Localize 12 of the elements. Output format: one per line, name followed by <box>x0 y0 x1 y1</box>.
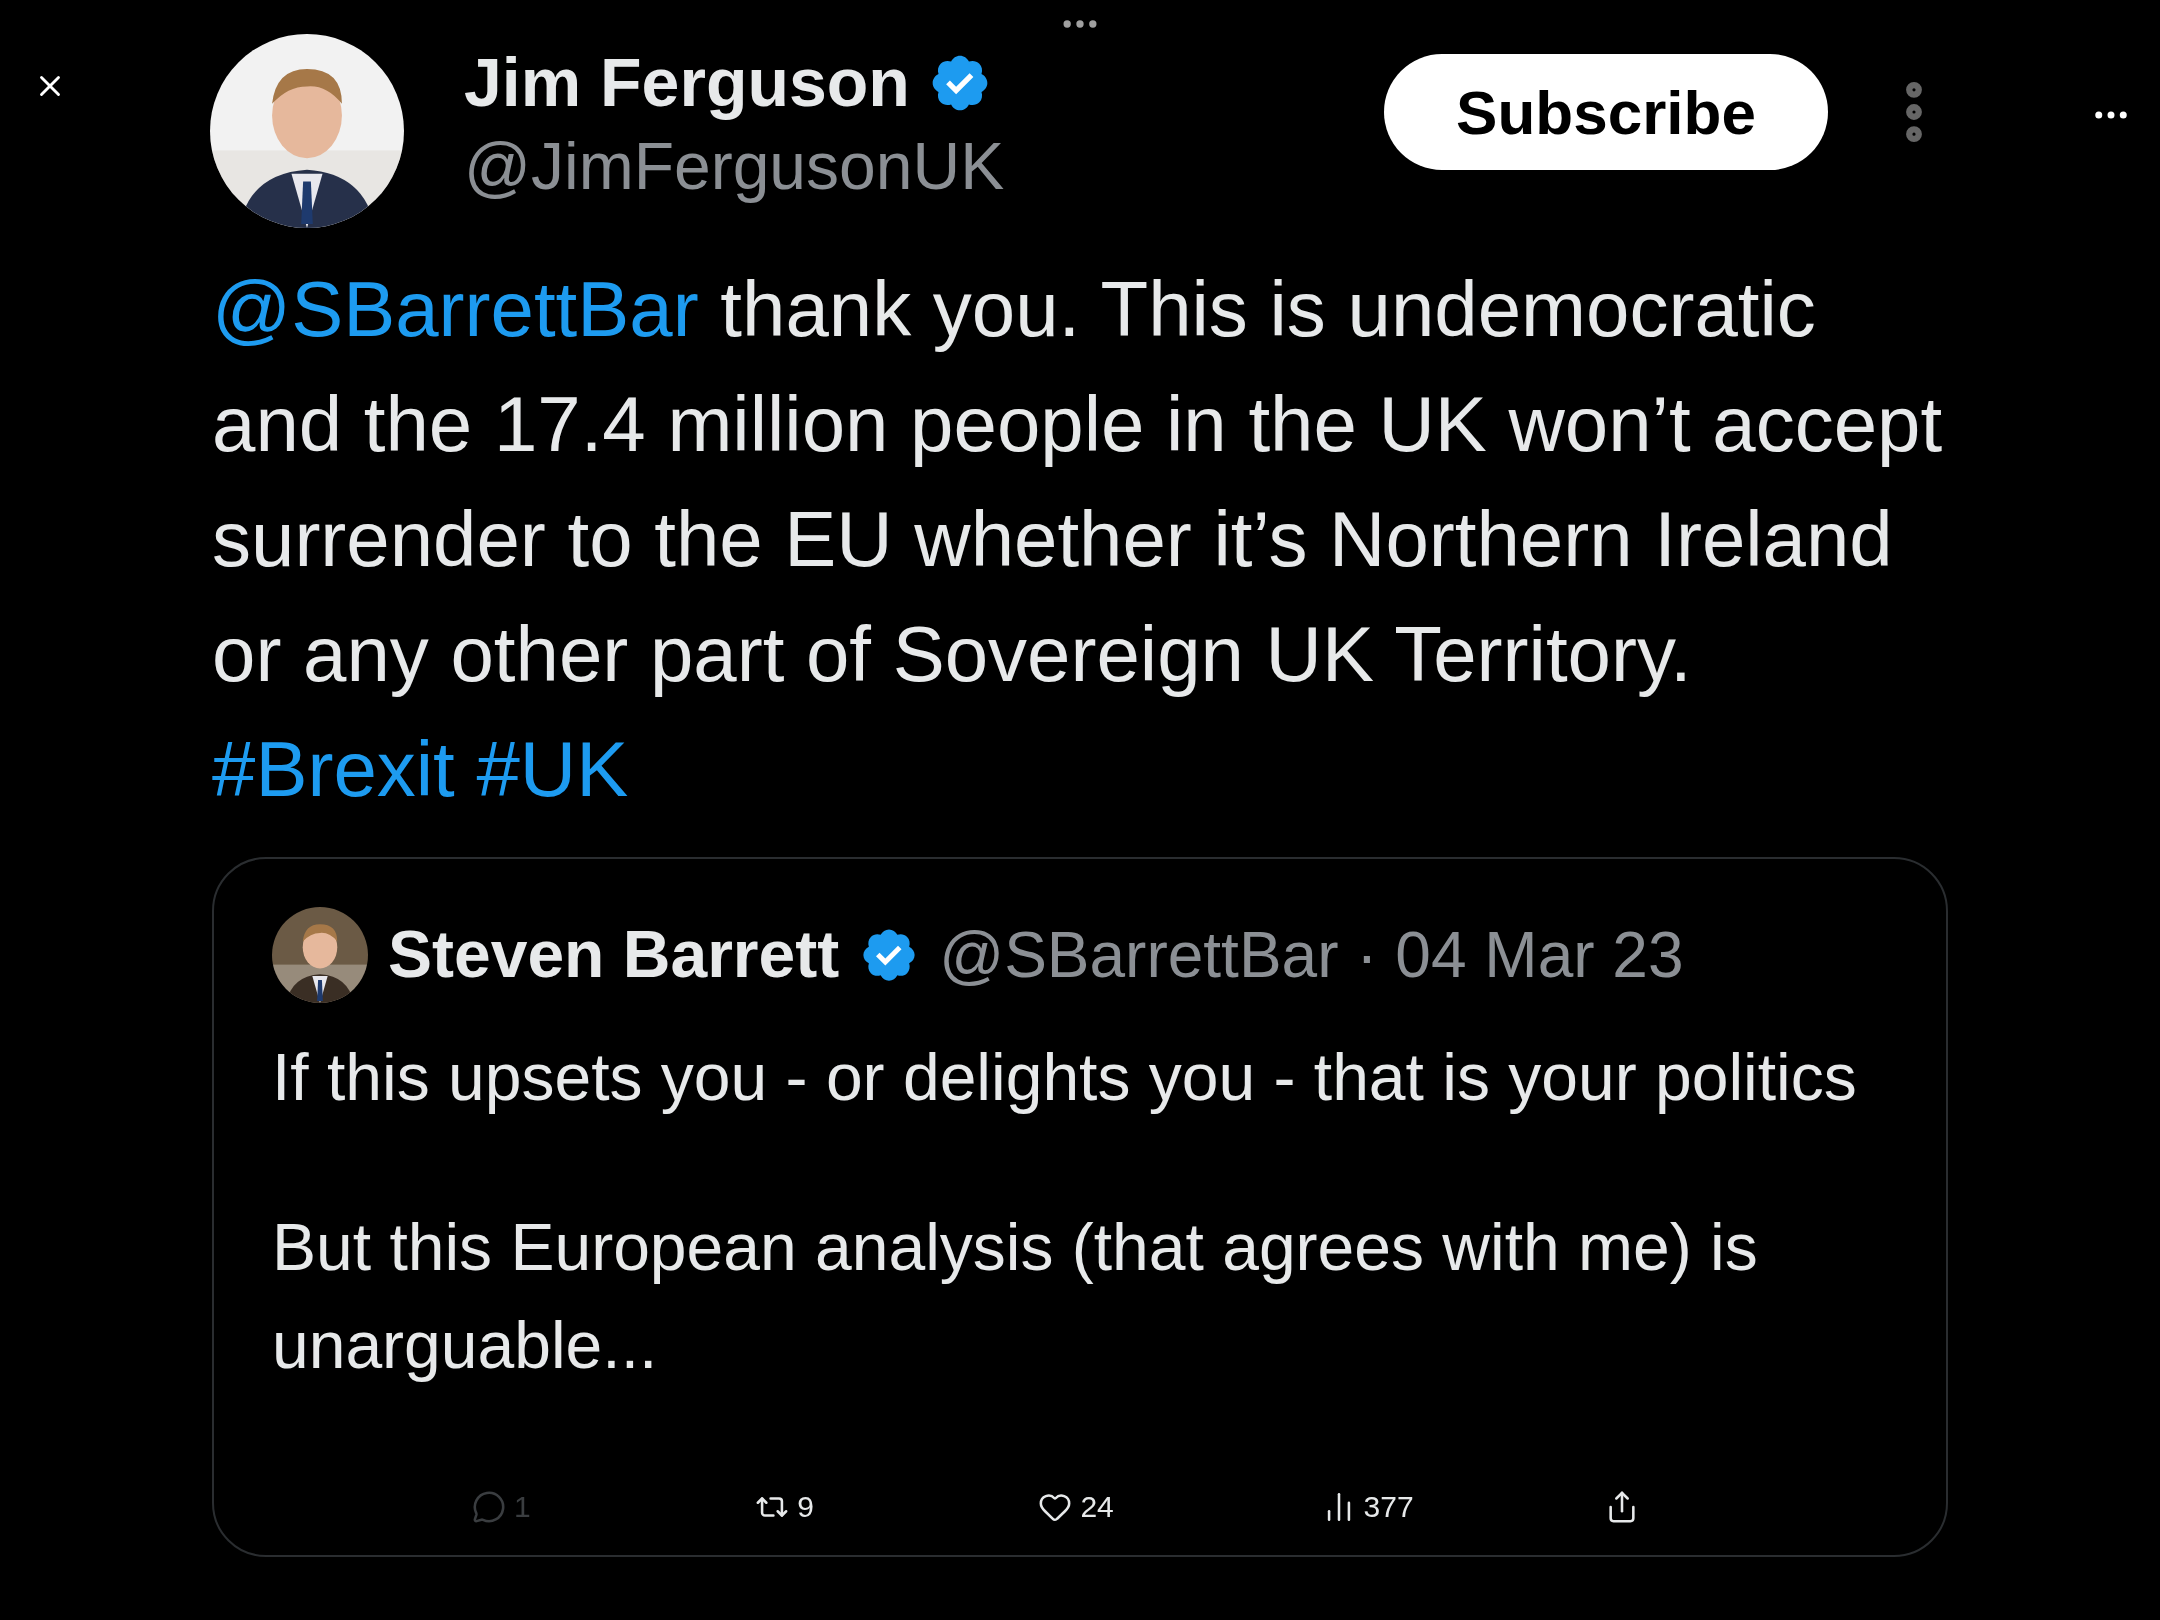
author-handle: @JimFergusonUK <box>464 128 1005 205</box>
action-count: 377 <box>1363 1489 1414 1525</box>
action-count: 9 <box>797 1489 814 1525</box>
quoted-author-name: Steven Barrett <box>388 916 840 993</box>
quoted-author-handle: @SBarrettBar · 04 Mar 23 <box>939 917 1684 993</box>
tweet-text: @SBarrettBar thank you. This is undemocratic and the 17.4 million people in the UK won’t accept surrender to the EU whether it’s Northern Ireland or any other part of Sovereign UK Territory. #Brexit #UK <box>212 264 1944 815</box>
action-count: 1 <box>514 1489 531 1525</box>
quoted-tweet-text: If this upsets you - or delights you - that is your politics <box>272 1039 1858 1116</box>
action-count: 24 <box>1080 1489 1114 1525</box>
quoted-tweet-text: But this European analysis (that agrees with me) is unarguable... <box>272 1209 1759 1384</box>
author-name: Jim Ferguson <box>464 43 910 122</box>
subscribe-button[interactable]: Subscribe <box>1384 54 1828 170</box>
